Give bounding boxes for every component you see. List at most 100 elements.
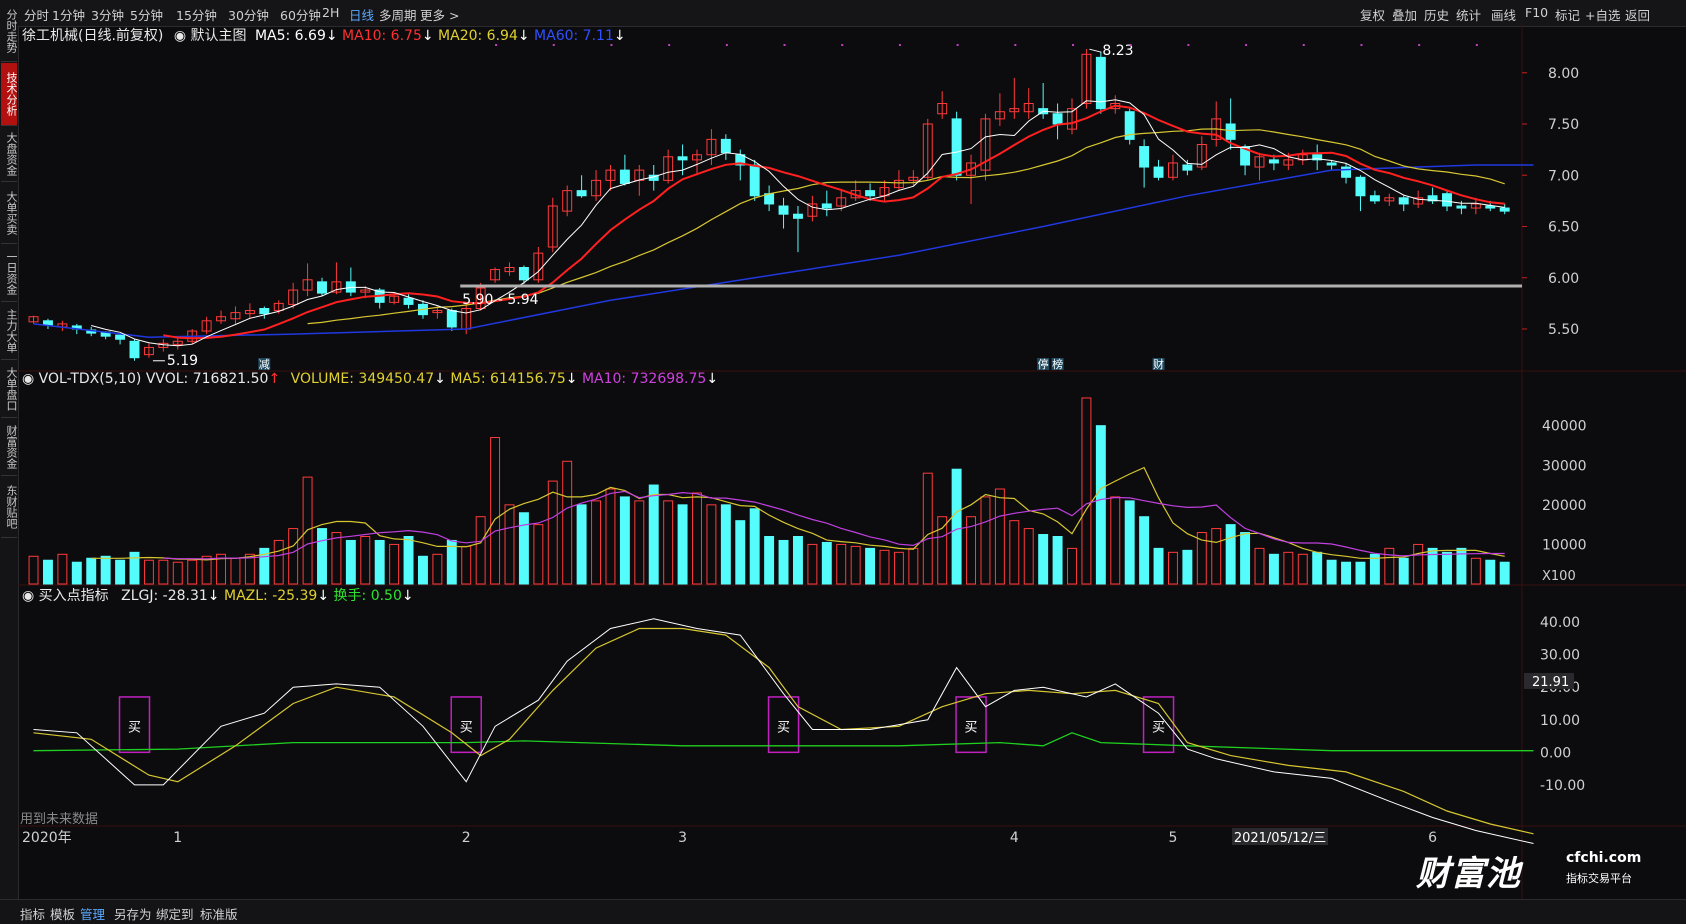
top-marker-88 — [1302, 44, 1305, 46]
buy-label-0: 买 — [128, 720, 141, 735]
sidebar-tab-1[interactable]: 技术分析 — [1, 63, 17, 126]
candle-body-48 — [720, 138, 731, 154]
candle-body-83 — [1225, 123, 1236, 140]
volume-bar-4 — [86, 557, 97, 585]
volume-tick-1: 30000 — [1542, 458, 1587, 474]
volume-pane — [28, 397, 1510, 585]
volume-bar-64 — [951, 468, 962, 585]
volume-bar-82 — [1211, 528, 1222, 585]
toolbar-action-3[interactable]: 统计 — [1456, 5, 1481, 24]
toolbar-action-5[interactable]: F10 — [1525, 5, 1548, 20]
main-chart-selector[interactable]: ◉ 默认主图 — [174, 28, 247, 44]
low-price-label: 5.19 — [167, 353, 198, 369]
volume-bar-7 — [129, 551, 140, 585]
period-tab-10[interactable]: 更多 > — [420, 5, 459, 24]
period-tab-2[interactable]: 3分钟 — [91, 5, 124, 24]
volume-bar-1 — [42, 559, 53, 585]
period-tab-0[interactable]: 分时 — [24, 5, 49, 24]
indicator-tick-5: -10.00 — [1540, 778, 1585, 794]
period-tab-8[interactable]: 日线 — [349, 5, 374, 24]
volume-bar-44 — [663, 500, 674, 585]
period-tab-4[interactable]: 15分钟 — [176, 5, 217, 24]
volume-bar-62 — [922, 472, 933, 585]
indicator-current-value: 21.91 — [1532, 675, 1569, 690]
sidebar-tab-4[interactable]: 一日资金 — [1, 245, 17, 302]
bottom-tab-2[interactable]: 管理 — [80, 904, 105, 923]
candle-body-71 — [1052, 113, 1063, 125]
bottom-tab-1[interactable]: 模板 — [50, 904, 75, 923]
candle-body-34 — [518, 267, 529, 281]
buy-label-2: 买 — [777, 720, 790, 735]
volume-bar-74 — [1095, 425, 1106, 585]
buy-label-1: 买 — [460, 720, 473, 735]
sidebar-tab-5[interactable]: 主力大单 — [1, 303, 17, 360]
bottom-tab-0[interactable]: 指标 — [20, 904, 45, 923]
candle-body-26 — [403, 297, 414, 305]
volume-bar-58 — [865, 547, 876, 585]
candle-body-50 — [749, 164, 760, 197]
indicator-tick-3: 10.00 — [1540, 713, 1580, 729]
stock-name[interactable]: 徐工机械(日线.前复权) — [22, 28, 163, 44]
volume-value: VOLUME: 349450.47 — [290, 371, 435, 387]
sidebar-tab-3[interactable]: 大单买卖 — [1, 183, 17, 244]
volume-bar-17 — [273, 539, 284, 585]
volume-bar-34 — [518, 512, 529, 585]
toolbar-action-4[interactable]: 画线 — [1491, 5, 1516, 24]
event-mark-1: 停 — [1038, 357, 1049, 371]
toolbar-action-7[interactable]: +自选 — [1585, 5, 1620, 24]
bottom-tab-4[interactable]: 绑定到 — [156, 904, 194, 923]
sidebar-tab-0[interactable]: 分时走势 — [1, 1, 17, 62]
volume-bar-39 — [591, 500, 602, 585]
toolbar-action-0[interactable]: 复权 — [1360, 5, 1385, 24]
toolbar-action-2[interactable]: 历史 — [1424, 5, 1449, 24]
volume-bar-35 — [533, 524, 544, 585]
cursor-date: 2021/05/12/三 — [1234, 831, 1326, 846]
sidebar-tab-7[interactable]: 财富资金 — [1, 419, 17, 476]
volume-bar-98 — [1442, 551, 1452, 585]
toolbar-action-6[interactable]: 标记 — [1555, 5, 1580, 24]
candle-body-38 — [576, 190, 587, 197]
period-tab-5[interactable]: 30分钟 — [228, 5, 269, 24]
toolbar-action-8[interactable]: 返回 — [1625, 5, 1650, 24]
volume-bar-48 — [720, 504, 731, 585]
candle-body-90 — [1326, 162, 1337, 166]
toolbar-action-1[interactable]: 叠加 — [1392, 5, 1417, 24]
sidebar-tab-6[interactable]: 大单盘口 — [1, 361, 17, 418]
date-label-5: 5 — [1169, 830, 1178, 846]
volume-bar-27 — [417, 555, 428, 585]
candle-body-99 — [1456, 205, 1467, 209]
indicator-selector[interactable]: ◉ 买入点指标 — [22, 588, 109, 604]
volume-bar-9 — [158, 559, 169, 585]
sidebar-tab-8[interactable]: 东财贴吧 — [1, 477, 17, 538]
period-tab-3[interactable]: 5分钟 — [130, 5, 163, 24]
vol-indicator-selector[interactable]: ◉ VOL-TDX(5,10) — [22, 371, 141, 387]
period-tab-9[interactable]: 多周期 — [379, 5, 417, 24]
candle-body-6 — [115, 334, 126, 340]
volume-bar-25 — [389, 543, 400, 585]
high-price-label: 8.23 — [1102, 43, 1133, 59]
zlgj-value: ZLGJ: -28.31 — [121, 588, 208, 604]
candle-body-91 — [1341, 166, 1352, 178]
bottom-toolbar: 指标 模板 管理 另存为 绑定到 标准版 — [0, 899, 1686, 924]
bottom-tab-5[interactable]: 标准版 — [200, 904, 238, 923]
sidebar-tab-2[interactable]: 大盘资金 — [1, 127, 17, 182]
candle-body-1 — [42, 320, 53, 326]
volume-bar-86 — [1268, 553, 1279, 585]
volume-bar-37 — [562, 460, 573, 585]
period-tab-1[interactable]: 1分钟 — [52, 5, 85, 24]
volume-bar-41 — [619, 496, 630, 585]
volume-bar-2 — [57, 553, 68, 585]
bottom-tab-3[interactable]: 另存为 — [114, 904, 152, 923]
price-axis: 8.00 7.50 7.00 6.50 6.00 5.50 40000 30000 20000 1… — [1522, 66, 1587, 794]
volume-bar-97 — [1427, 547, 1438, 585]
volume-bar-63 — [937, 516, 948, 585]
volume-bar-67 — [994, 488, 1005, 585]
period-tab-7[interactable]: 2H — [322, 5, 339, 20]
turnover-line — [33, 732, 1534, 752]
volume-bar-102 — [1499, 561, 1510, 585]
candle-body-78 — [1153, 166, 1164, 178]
volume-bar-8 — [143, 559, 154, 585]
volume-bar-89 — [1312, 551, 1323, 585]
period-tab-6[interactable]: 60分钟 — [280, 5, 321, 24]
indicator-pane: 买买买买买 — [33, 618, 1534, 844]
